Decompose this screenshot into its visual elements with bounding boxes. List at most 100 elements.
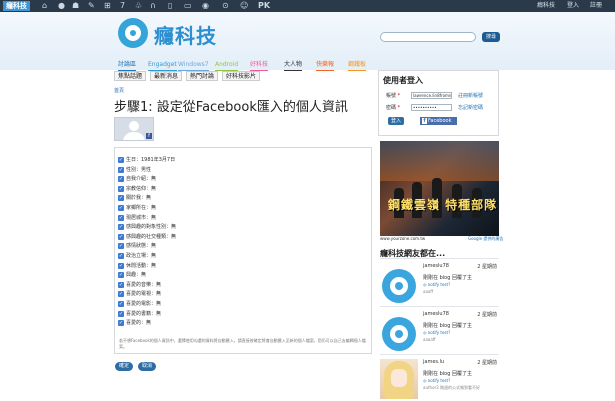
checkbox-icon[interactable]: ✓ <box>118 195 124 202</box>
breadcrumb[interactable]: 首頁 <box>114 87 124 94</box>
top-logo[interactable]: 癮科技 <box>3 1 30 11</box>
car-icon[interactable]: ⊙ <box>222 1 229 11</box>
checkbox-icon[interactable]: ✓ <box>118 291 124 298</box>
friend-activity-item: jameslu78 2 星期前 剛剛在 blog 回覆了主 ◎ notify test… <box>380 258 499 306</box>
site-name: 癮科技 <box>154 24 217 48</box>
avatar[interactable] <box>380 311 418 351</box>
ad-caption: www.yourzone.com.tw <box>380 236 426 241</box>
subnav-item[interactable]: 熱門討論 <box>186 71 219 81</box>
checkbox-icon[interactable]: ✓ <box>118 243 124 250</box>
windows-icon[interactable]: ⊞ <box>104 1 111 11</box>
checkbox-icon[interactable]: ✓ <box>118 214 124 221</box>
top-link-register[interactable]: 註冊 <box>590 1 602 11</box>
checkbox-icon[interactable]: ✓ <box>118 157 124 163</box>
info-row-label: 喜愛的書籍：無 <box>126 310 162 317</box>
checkbox-icon[interactable]: ✓ <box>118 320 124 327</box>
info-row-label: 喜愛的：無 <box>126 320 152 327</box>
subnav-item[interactable]: 好科技影片 <box>222 71 261 81</box>
checkbox-icon[interactable]: ✓ <box>118 176 124 183</box>
page-title: 步驟1: 設定從Facebook匯入的個人資訊 <box>114 100 348 115</box>
friend-activity-item: james.lu 2 星期前 剛剛在 blog 回覆了主 ◎ notify test?… <box>380 354 499 401</box>
friend-action: 剛剛在 blog 回覆了主 <box>423 323 472 329</box>
login-heading: 使用者登入 <box>383 76 423 85</box>
friend-action: 剛剛在 blog 回覆了主 <box>423 275 472 281</box>
nav-item[interactable]: Engadget <box>148 60 177 71</box>
friend-time: 2 星期前 <box>477 312 497 318</box>
avatar[interactable] <box>380 263 418 303</box>
search-input[interactable] <box>380 32 476 42</box>
profile-import-panel: 若不想Facebook的個人資訊中，選擇使用勾選的資料將自動匯入，請直接按確定將… <box>114 147 372 354</box>
checkbox-icon[interactable]: ✓ <box>118 253 124 259</box>
info-row-label: 感興趣的社交種類：無 <box>126 233 177 240</box>
checkbox-icon[interactable]: ✓ <box>118 185 124 192</box>
nav-item[interactable]: Windows7 <box>178 60 209 71</box>
pk-icon[interactable]: PK <box>258 1 270 11</box>
register-link[interactable]: 註冊新帳號 <box>458 92 483 99</box>
password-field[interactable]: •••••••••• <box>411 104 452 111</box>
nav-item[interactable]: 大人物 <box>284 60 303 71</box>
info-row-label: 現居城市：無 <box>126 214 157 221</box>
headphone-icon[interactable]: ∩ <box>150 1 156 11</box>
info-row-label: 興趣：無 <box>126 272 147 279</box>
friend-time: 2 星期前 <box>477 264 497 270</box>
friend-name[interactable]: jameslu78 <box>423 263 449 269</box>
ad-provider-link[interactable]: Google 提供的廣告 <box>468 236 503 242</box>
nav-item[interactable]: 快樂報 <box>316 60 335 71</box>
nav-item[interactable]: 鋼鐵板 <box>348 60 367 71</box>
info-row-label: 感情狀態：無 <box>126 243 157 250</box>
friend-action: 剛剛在 blog 回覆了主 <box>423 371 472 377</box>
top-bar: 癮科技 ⌂ ● ☗ ✎ ⊞ 7 ♧ ∩ ▯ ▭ ◉ ⊙ ☺ PK 癮科技 登入 … <box>0 0 615 12</box>
login-button[interactable]: 登入 <box>388 117 404 125</box>
gamepad-icon[interactable]: ☺ <box>240 1 248 11</box>
info-row-label: 休閒活動：無 <box>126 262 157 269</box>
info-row-label: 生日：1981年3月7日 <box>126 157 176 163</box>
checkbox-icon[interactable]: ✓ <box>118 272 124 279</box>
account-field[interactable]: lawrence.lin8fromn <box>411 92 452 99</box>
nav-item[interactable]: 討論區 <box>118 60 137 71</box>
avatar[interactable] <box>380 359 418 399</box>
seven-icon[interactable]: 7 <box>120 1 125 11</box>
forgot-password-link[interactable]: 忘記新密碼 <box>458 104 483 111</box>
cancel-button[interactable]: 取消 <box>138 362 156 371</box>
search-button[interactable]: 搜尋 <box>482 32 500 42</box>
friend-post-link[interactable]: ◎ notify test? <box>423 282 450 287</box>
phone-icon[interactable]: ▯ <box>168 1 172 11</box>
friend-name[interactable]: james.lu <box>423 359 444 365</box>
subnav-item[interactable]: 焦點話題 <box>114 71 147 81</box>
info-row-label: 喜愛的電視：無 <box>126 291 162 298</box>
top-link-home[interactable]: 癮科技 <box>537 1 555 11</box>
friend-name[interactable]: jameslu78 <box>423 311 449 317</box>
friend-time: 2 星期前 <box>477 360 497 366</box>
friend-post-link[interactable]: ◎ notify test? <box>423 378 450 383</box>
confirm-button[interactable]: 確定 <box>115 362 133 371</box>
android-icon[interactable]: ☗ <box>72 1 79 11</box>
info-row-label: 宗教信仰：無 <box>126 185 157 192</box>
camera-icon[interactable]: ◉ <box>202 1 209 11</box>
ad-banner[interactable]: 鋼鐵雲嶺 特種部隊 <box>380 141 499 236</box>
apple-icon[interactable]: ● <box>58 1 65 11</box>
nav-item[interactable]: 好科技 <box>250 60 269 71</box>
avatar: f <box>114 117 154 141</box>
checkbox-icon[interactable]: ✓ <box>118 281 124 288</box>
checkbox-icon[interactable]: ✓ <box>118 262 124 269</box>
checkbox-icon[interactable]: ✓ <box>118 205 124 211</box>
info-row-label: 感興趣的對象性別：無 <box>126 224 177 231</box>
checkbox-icon[interactable]: ✓ <box>118 233 124 240</box>
checkbox-icon[interactable]: ✓ <box>118 310 124 317</box>
clover-icon[interactable]: ♧ <box>135 1 142 11</box>
wrench-icon[interactable]: ✎ <box>88 1 95 11</box>
tablet-icon[interactable]: ▭ <box>184 1 192 11</box>
checkbox-icon[interactable]: ✓ <box>118 301 124 307</box>
info-row-label: 政治立場：無 <box>126 253 157 259</box>
checkbox-icon[interactable]: ✓ <box>118 224 124 231</box>
login-panel: 使用者登入 帳號 * lawrence.lin8fromn 註冊新帳號 密碼 *… <box>378 70 499 136</box>
facebook-badge-icon: f <box>146 133 152 139</box>
friend-post-link[interactable]: ◎ notify test? <box>423 330 450 335</box>
facebook-login-button[interactable]: f Facebook <box>420 117 457 125</box>
home-icon[interactable]: ⌂ <box>42 1 47 11</box>
checkbox-icon[interactable]: ✓ <box>118 166 124 173</box>
info-row-label: 家鄉所在：無 <box>126 205 157 211</box>
top-link-login[interactable]: 登入 <box>567 1 579 11</box>
nav-item[interactable]: Android <box>215 60 239 71</box>
subnav-item[interactable]: 最新消息 <box>150 71 183 81</box>
